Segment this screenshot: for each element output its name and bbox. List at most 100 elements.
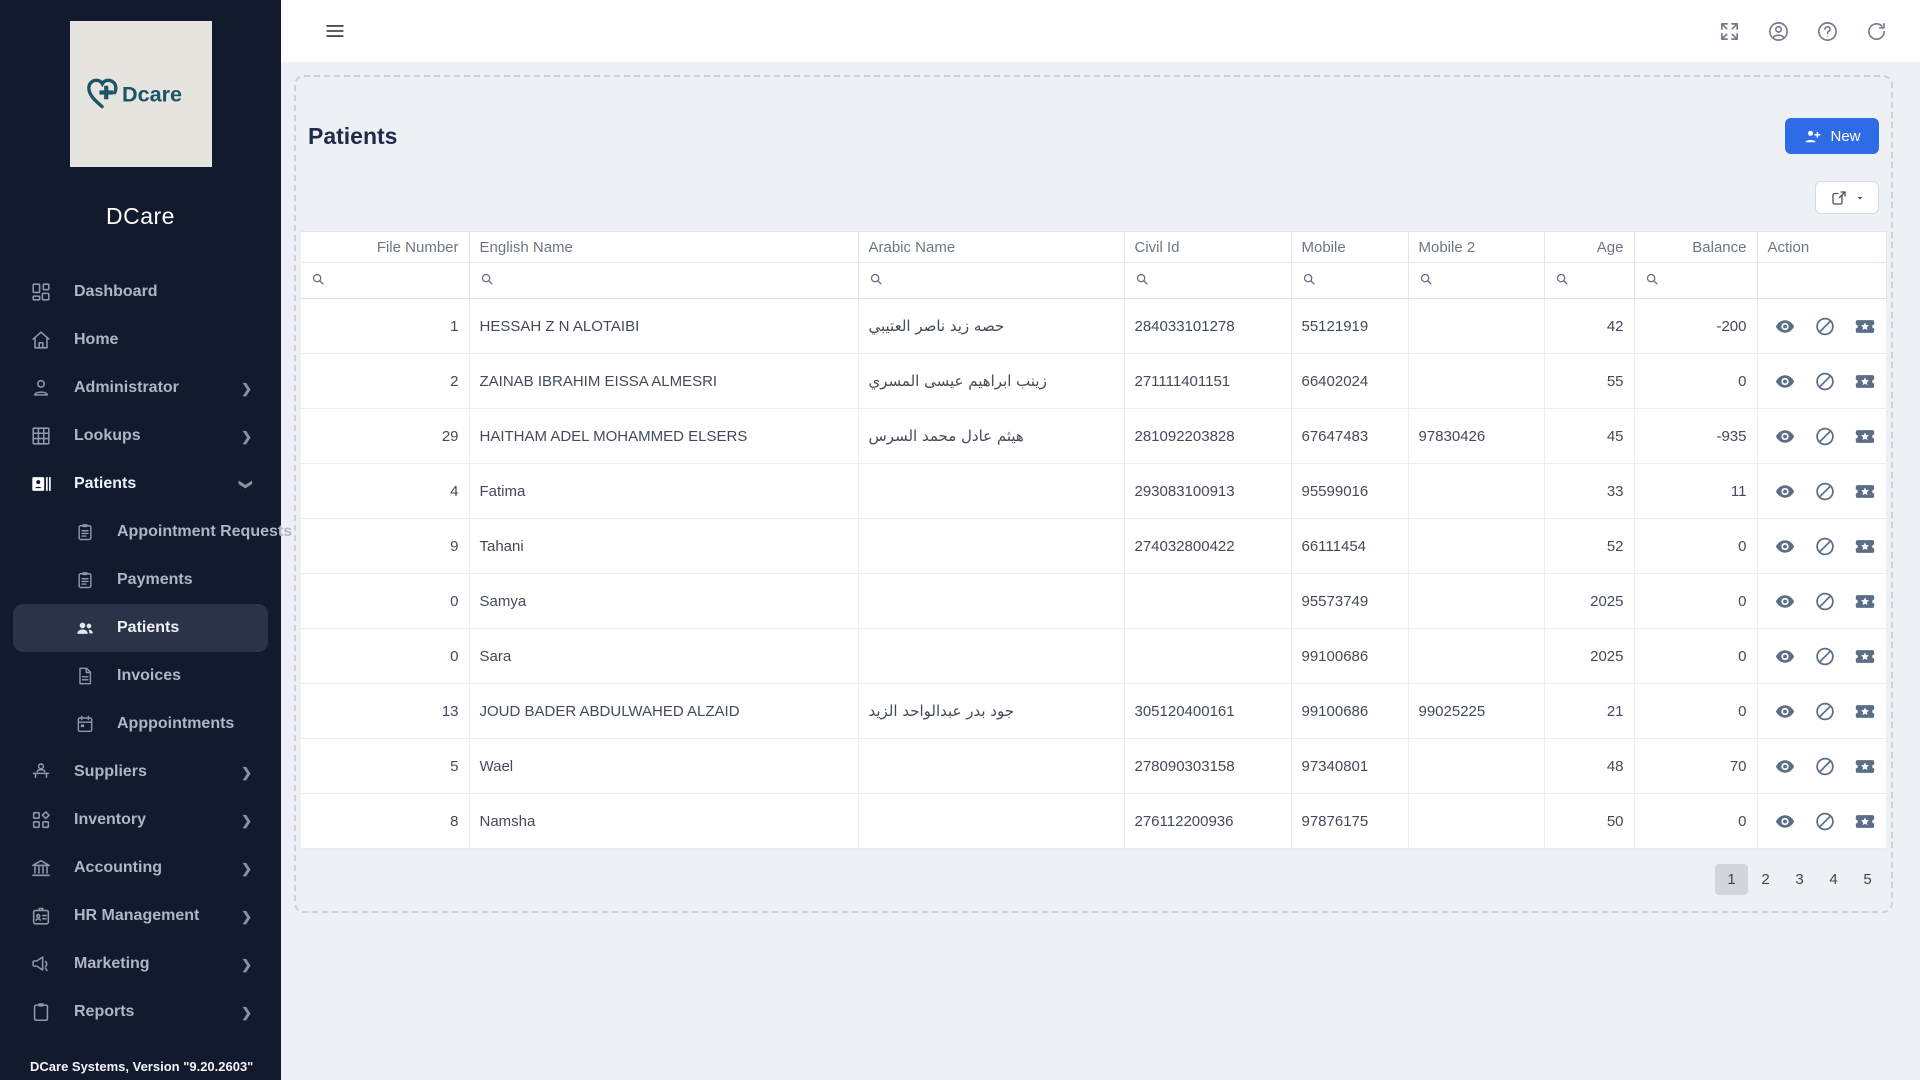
sidebar-item[interactable]: Accounting ❯ [0,844,281,892]
eye-icon[interactable] [1774,700,1796,723]
page-button[interactable]: 1 [1715,864,1748,895]
table-row[interactable]: 13 JOUD BADER ABDULWAHED ALZAID جود بدر … [301,683,1887,739]
user-icon[interactable] [1767,20,1790,43]
table-row[interactable]: 8 Namsha 276112200936 97876175 50 0 [301,793,1887,849]
table-row[interactable]: 29 HAITHAM ADEL MOHAMMED ELSERS هيثم عاد… [301,408,1887,464]
ticket-star-icon[interactable] [1853,425,1876,448]
column-filter[interactable] [1544,262,1635,299]
sidebar-item[interactable]: Marketing ❯ [0,940,281,988]
ticket-star-icon[interactable] [1853,755,1876,778]
sidebar-item[interactable]: HR Management ❯ [0,892,281,940]
topbar-actions [1718,20,1888,43]
table-row[interactable]: 0 Samya 95573749 2025 0 [301,573,1887,629]
new-patient-button[interactable]: New [1785,118,1879,154]
cell-age: 33 [1544,463,1635,519]
fullscreen-icon[interactable] [1718,20,1741,43]
column-header[interactable]: Balance [1634,231,1758,263]
pagination: 1 2 3 4 5 [301,864,1886,895]
eye-icon[interactable] [1774,370,1796,393]
eye-icon[interactable] [1774,315,1796,338]
ban-icon[interactable] [1814,755,1836,778]
ban-icon[interactable] [1814,480,1836,503]
column-filter[interactable] [858,262,1125,299]
cell-mobile2 [1408,628,1545,684]
sidebar-item[interactable]: Home ❯ [0,316,281,364]
ban-icon[interactable] [1814,810,1836,833]
eye-icon[interactable] [1774,535,1796,558]
ticket-star-icon[interactable] [1853,810,1876,833]
ban-icon[interactable] [1814,535,1836,558]
ban-icon[interactable] [1814,645,1836,668]
ban-icon[interactable] [1814,590,1836,613]
ticket-star-icon[interactable] [1853,645,1876,668]
table-row[interactable]: 1 HESSAH Z N ALOTAIBI حصه زيد ناصر العتي… [301,298,1887,354]
sidebar-item[interactable]: Invoices ❯ [0,652,281,700]
ticket-star-icon[interactable] [1853,535,1876,558]
ticket-star-icon[interactable] [1853,590,1876,613]
column-filter[interactable] [1291,262,1409,299]
column-filter[interactable] [1634,262,1758,299]
column-header[interactable]: Mobile 2 [1408,231,1545,263]
sidebar-item[interactable]: Inventory ❯ [0,796,281,844]
eye-icon[interactable] [1774,645,1796,668]
ban-icon[interactable] [1814,315,1836,338]
cell-mobile2 [1408,518,1545,574]
column-header[interactable]: English Name [469,231,859,263]
sidebar-item-label: Home [74,331,119,348]
chevron-icon: ❯ [241,956,252,972]
calendar-icon [75,714,95,734]
menu-icon[interactable] [324,20,346,42]
column-filter[interactable] [1757,262,1887,299]
eye-icon[interactable] [1774,755,1796,778]
help-icon[interactable] [1816,20,1839,43]
table-row[interactable]: 9 Tahani 274032800422 66111454 52 0 [301,518,1887,574]
sidebar-item[interactable]: Patients ❯ [13,604,268,652]
column-header[interactable]: Mobile [1291,231,1409,263]
column-filter[interactable] [469,262,859,299]
sidebar-item[interactable]: Dashboard ❯ [0,268,281,316]
column-header[interactable]: Age [1544,231,1635,263]
sidebar-item[interactable]: Lookups ❯ [0,412,281,460]
ban-icon[interactable] [1814,425,1836,448]
ban-icon[interactable] [1814,370,1836,393]
column-header[interactable]: Action [1757,231,1887,263]
page-button[interactable]: 5 [1851,864,1884,895]
table-filter-row [301,262,1887,299]
page-button[interactable]: 3 [1783,864,1816,895]
ticket-star-icon[interactable] [1853,700,1876,723]
column-filter[interactable] [1408,262,1545,299]
refresh-icon[interactable] [1865,20,1888,43]
page-button[interactable]: 4 [1817,864,1850,895]
table-row[interactable]: 0 Sara 99100686 2025 0 [301,628,1887,684]
export-button[interactable] [1815,181,1879,214]
column-header[interactable]: Civil Id [1124,231,1292,263]
page-button[interactable]: 2 [1749,864,1782,895]
eye-icon[interactable] [1774,810,1796,833]
sidebar-item[interactable]: Suppliers ❯ [0,748,281,796]
sidebar-item[interactable]: Reports ❯ [0,988,281,1036]
ticket-star-icon[interactable] [1853,315,1876,338]
cell-english-name: Tahani [469,518,859,574]
sidebar-item[interactable]: Apppointments ❯ [0,700,281,748]
ticket-star-icon[interactable] [1853,370,1876,393]
cell-english-name: Fatima [469,463,859,519]
sidebar-item[interactable]: Appointment Requests ❯ [0,508,292,556]
ticket-star-icon[interactable] [1853,480,1876,503]
cell-english-name: Namsha [469,793,859,849]
ban-icon[interactable] [1814,700,1836,723]
table-row[interactable]: 4 Fatima 293083100913 95599016 33 11 [301,463,1887,519]
eye-icon[interactable] [1774,590,1796,613]
column-filter[interactable] [1124,262,1292,299]
chevron-icon: ❯ [241,380,252,396]
column-header[interactable]: File Number [301,231,470,263]
sidebar-item[interactable]: Patients ❯ [0,460,281,508]
table-row[interactable]: 2 ZAINAB IBRAHIM EISSA ALMESRI زينب ابرا… [301,353,1887,409]
table-row[interactable]: 5 Wael 278090303158 97340801 48 70 [301,738,1887,794]
main-area: Patients New File Number English Name Ar… [281,0,1920,1080]
eye-icon[interactable] [1774,480,1796,503]
sidebar-item[interactable]: Payments ❯ [0,556,281,604]
sidebar-item[interactable]: Administrator ❯ [0,364,281,412]
eye-icon[interactable] [1774,425,1796,448]
column-header[interactable]: Arabic Name [858,231,1125,263]
column-filter[interactable] [301,262,470,299]
